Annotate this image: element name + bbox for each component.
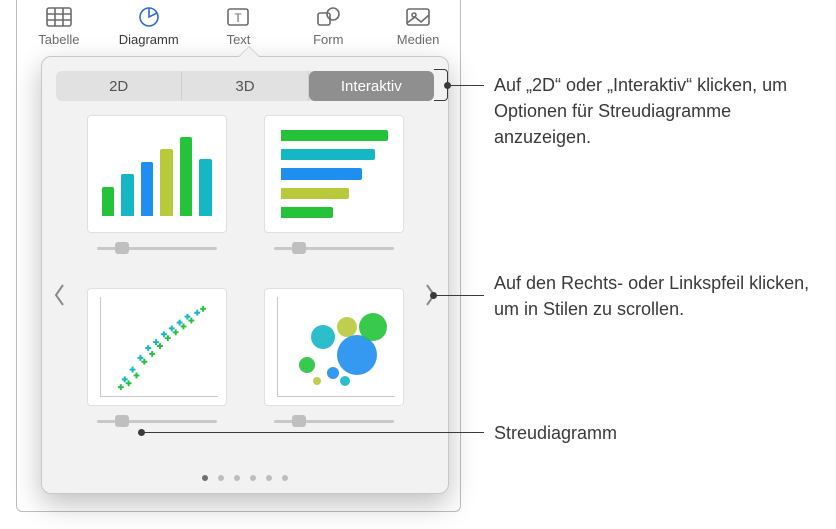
toolbar-diagramm[interactable]: Diagramm xyxy=(115,4,183,47)
toolbar-text[interactable]: T Text xyxy=(205,4,273,47)
shape-icon xyxy=(314,4,342,30)
seg-3d[interactable]: 3D xyxy=(182,71,308,101)
toolbar-label: Medien xyxy=(397,32,440,47)
style-slider[interactable] xyxy=(274,416,394,426)
chart-option-column[interactable] xyxy=(82,115,231,272)
chart-grid xyxy=(82,115,408,445)
toolbar-label: Diagramm xyxy=(119,32,179,47)
chart-option-bar[interactable] xyxy=(259,115,408,272)
page-dot[interactable] xyxy=(218,475,224,481)
callout-scatter: Streudiagramm xyxy=(494,420,617,446)
callout-arrows: Auf den Rechts- oder Linkspfeil klicken,… xyxy=(494,270,814,322)
seg-interaktiv[interactable]: Interaktiv xyxy=(309,71,434,101)
media-icon xyxy=(404,4,432,30)
bubble-chart-thumb xyxy=(264,288,404,406)
chart-popover: 2D 3D Interaktiv xyxy=(41,56,449,494)
callout-segmented: Auf „2D“ oder „Interaktiv“ klicken, um O… xyxy=(494,72,814,150)
style-slider[interactable] xyxy=(97,243,217,253)
app-frame: Tabelle Diagramm T Text Form Medien xyxy=(16,0,461,512)
chart-icon xyxy=(135,4,163,30)
bar-chart-thumb xyxy=(264,115,404,233)
page-dot[interactable] xyxy=(202,475,208,481)
callout-leader xyxy=(142,432,484,433)
toolbar-label: Tabelle xyxy=(38,32,79,47)
page-dot[interactable] xyxy=(266,475,272,481)
page-dot[interactable] xyxy=(282,475,288,481)
scatter-chart-thumb xyxy=(87,288,227,406)
toolbar-tabelle[interactable]: Tabelle xyxy=(25,4,93,47)
style-slider[interactable] xyxy=(274,243,394,253)
segmented-control: 2D 3D Interaktiv xyxy=(56,71,434,101)
toolbar-medien[interactable]: Medien xyxy=(384,4,452,47)
toolbar-label: Text xyxy=(227,32,251,47)
svg-text:T: T xyxy=(235,11,243,25)
text-icon: T xyxy=(224,4,252,30)
style-slider[interactable] xyxy=(97,416,217,426)
chart-option-scatter[interactable] xyxy=(82,288,231,445)
toolbar-label: Form xyxy=(313,32,343,47)
page-dots[interactable] xyxy=(42,475,448,481)
chart-option-bubble[interactable] xyxy=(259,288,408,445)
column-chart-thumb xyxy=(87,115,227,233)
page-dot[interactable] xyxy=(234,475,240,481)
callout-leader xyxy=(448,85,484,86)
table-icon xyxy=(45,4,73,30)
seg-2d[interactable]: 2D xyxy=(56,71,182,101)
callout-leader xyxy=(434,295,484,296)
toolbar-form[interactable]: Form xyxy=(294,4,362,47)
page-dot[interactable] xyxy=(250,475,256,481)
chevron-left-icon[interactable] xyxy=(48,275,72,315)
toolbar: Tabelle Diagramm T Text Form Medien xyxy=(17,0,460,54)
